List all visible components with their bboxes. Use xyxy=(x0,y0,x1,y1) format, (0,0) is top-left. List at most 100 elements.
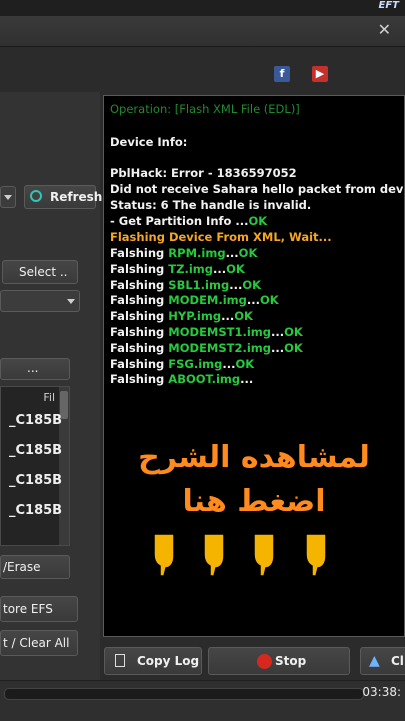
copy-log-label: Copy Log xyxy=(137,654,200,668)
refresh-label: Refresh xyxy=(50,190,103,204)
file-name: MODEMST2.img xyxy=(168,340,272,355)
flashing-xml-line: Flashing Device From XML, Wait... xyxy=(110,230,332,244)
flash-file-line: Falshing RPM.img...OK xyxy=(110,246,257,260)
restore-label: tore EFS xyxy=(3,602,53,616)
brand-logo: EFT xyxy=(378,0,399,11)
browse-button[interactable]: ... xyxy=(0,358,70,380)
select-label: Select .. xyxy=(19,265,68,279)
refresh-button[interactable]: Refresh xyxy=(24,185,102,209)
file-name: MODEMST1.img xyxy=(168,325,272,339)
ellipsis: ... xyxy=(271,325,285,339)
file-name: SBL1.img xyxy=(168,277,230,292)
flash-file-line: Falshing MODEMST1.img...OK xyxy=(110,325,303,339)
file-name: TZ.img xyxy=(168,261,214,276)
falshing-label: Falshing xyxy=(110,325,165,339)
ok-text: OK xyxy=(284,340,303,355)
falshing-label: Falshing xyxy=(110,293,165,308)
port-select[interactable] xyxy=(0,186,16,208)
flash-file-line: Falshing MODEMST2.img...OK xyxy=(110,341,303,355)
copy-log-button[interactable]: Copy Log xyxy=(104,647,202,675)
overlay-text-line2: اضغط هنا xyxy=(182,484,326,519)
ellipsis: ... xyxy=(221,309,235,324)
clear-label: Cl xyxy=(391,654,404,668)
ellipsis: ... xyxy=(271,340,285,355)
clear-all-button[interactable]: t / Clear All xyxy=(0,630,78,656)
ok-text: OK xyxy=(242,277,261,292)
falshing-label: Falshing xyxy=(110,246,165,260)
select-button[interactable]: Select .. xyxy=(2,260,78,284)
status-line: Status: 6 The handle is invalid. xyxy=(110,198,312,212)
ok-text: OK xyxy=(248,214,268,228)
progress-bar xyxy=(4,688,364,700)
list-scrollbar[interactable] xyxy=(59,387,69,545)
flash-file-line: Falshing SBL1.img...OK xyxy=(110,278,261,292)
close-icon[interactable]: ✕ xyxy=(378,20,391,39)
list-item[interactable]: _C185B xyxy=(9,503,62,518)
stop-button[interactable]: Stop xyxy=(208,647,350,675)
file-name: HYP.img xyxy=(168,309,222,324)
sahara-line: Did not receive Sahara hello packet from… xyxy=(110,182,405,196)
youtube-icon[interactable]: ▶ xyxy=(312,66,328,82)
stop-label: Stop xyxy=(275,654,307,668)
clock-text: 03:38: xyxy=(362,685,401,699)
file-type-select[interactable] xyxy=(0,290,80,312)
list-header: Fil xyxy=(43,391,55,404)
operation-line: Operation: [Flash XML File (EDL)] xyxy=(110,102,300,116)
file-name: ABOOT.img xyxy=(168,372,241,387)
title-bar: ✕ xyxy=(0,16,405,47)
falshing-label: Falshing xyxy=(110,356,165,371)
pointing-hand-icon xyxy=(203,533,225,577)
pointing-hand-icon xyxy=(153,533,175,577)
copy-icon xyxy=(115,654,125,667)
broom-icon: ▲ xyxy=(369,653,380,669)
list-item[interactable]: _C185B xyxy=(9,473,62,488)
list-item[interactable]: _C185B xyxy=(9,413,62,428)
ellipsis: ... xyxy=(246,293,260,308)
file-name: FSG.img xyxy=(168,356,223,371)
ellipsis: ... xyxy=(225,246,239,260)
refresh-icon xyxy=(30,190,42,202)
ok-text: OK xyxy=(235,356,255,371)
falshing-label: Falshing xyxy=(110,261,165,276)
ok-text: OK xyxy=(284,325,303,339)
list-item[interactable]: _C185B xyxy=(9,443,62,458)
chevron-down-icon xyxy=(4,195,12,200)
pointing-hand-icon xyxy=(305,533,327,577)
flash-file-line: Falshing ABOOT.img... xyxy=(110,372,253,386)
ellipsis: ... xyxy=(222,356,236,371)
ok-text: OK xyxy=(226,261,245,276)
restore-efs-button[interactable]: tore EFS xyxy=(0,596,78,622)
file-name: RPM.img xyxy=(168,246,226,260)
status-bar xyxy=(0,680,405,721)
falshing-label: Falshing xyxy=(110,372,165,387)
partition-line: - Get Partition Info ...OK xyxy=(110,214,267,228)
partition-text: - Get Partition Info ... xyxy=(110,214,249,228)
chevron-down-icon xyxy=(67,299,75,304)
flash-file-line: Falshing HYP.img...OK xyxy=(110,309,253,323)
clear-button[interactable]: ▲ Cl xyxy=(360,647,405,675)
flash-file-line: Falshing FSG.img...OK xyxy=(110,357,254,371)
facebook-icon[interactable]: f xyxy=(274,66,290,82)
ok-text: OK xyxy=(238,246,258,260)
overlay-text-line1: لمشاهده الشرح xyxy=(138,440,370,475)
error-line: PblHack: Error - 1836597052 xyxy=(110,166,297,180)
ellipsis: ... xyxy=(240,372,254,387)
ok-text: OK xyxy=(260,293,279,308)
flash-file-line: Falshing MODEM.img...OK xyxy=(110,293,279,307)
flash-file-line: Falshing TZ.img...OK xyxy=(110,262,245,276)
falshing-label: Falshing xyxy=(110,340,165,355)
partition-list[interactable]: Fil _C185B _C185B _C185B _C185B xyxy=(0,386,70,546)
top-strip: EFT xyxy=(0,0,405,16)
ellipsis: ... xyxy=(229,277,243,292)
falshing-label: Falshing xyxy=(110,309,165,324)
stop-icon xyxy=(257,654,272,669)
clear-all-label: t / Clear All xyxy=(3,636,70,650)
device-info-line: Device Info: xyxy=(110,135,188,149)
ok-text: OK xyxy=(234,309,253,324)
browse-label: ... xyxy=(27,361,39,375)
falshing-label: Falshing xyxy=(110,277,165,292)
pointing-hand-icon xyxy=(253,533,275,577)
file-name: MODEM.img xyxy=(168,293,247,308)
ellipsis: ... xyxy=(213,261,227,276)
erase-button[interactable]: /Erase xyxy=(0,555,70,579)
